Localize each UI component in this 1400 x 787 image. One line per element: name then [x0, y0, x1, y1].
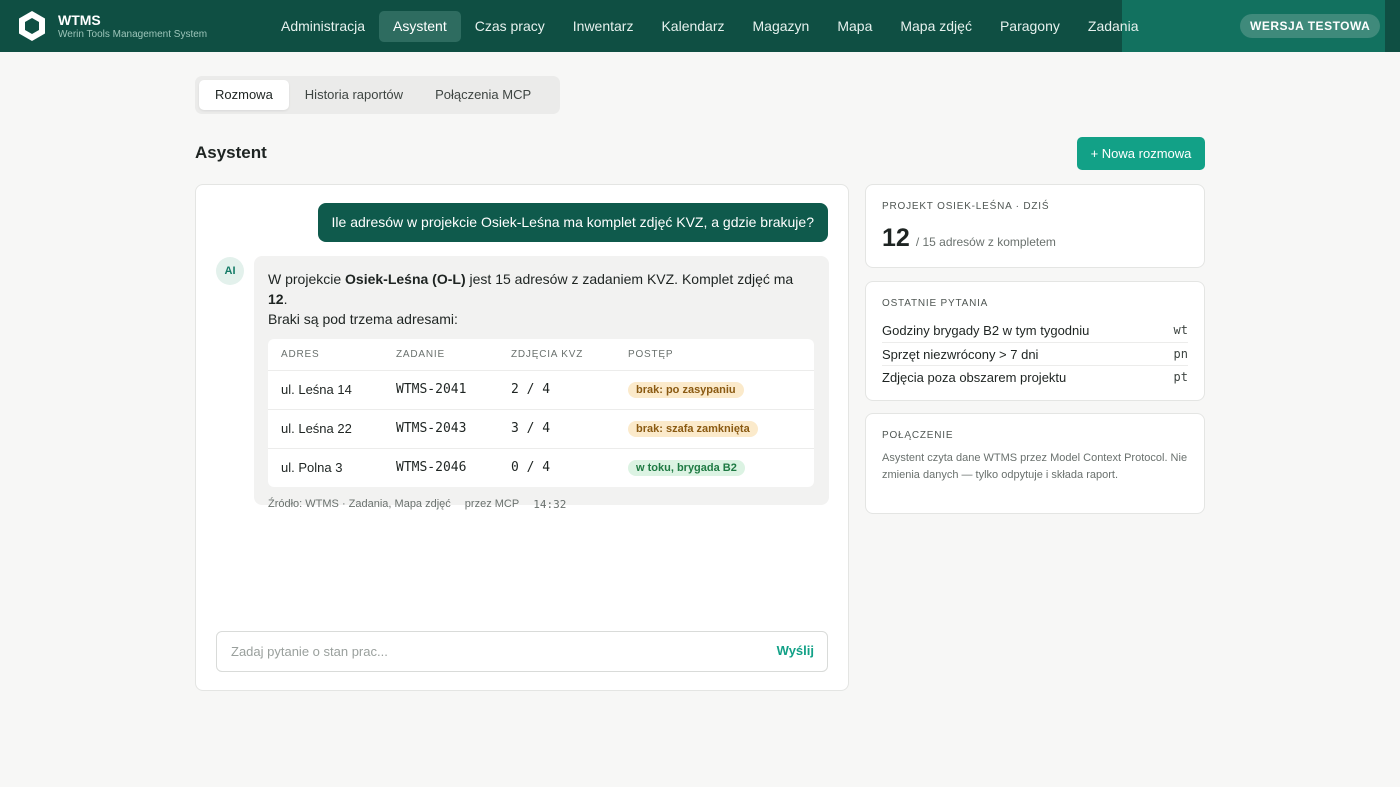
nav-item-kalendarz[interactable]: Kalendarz	[647, 11, 738, 42]
brand-name: WTMS	[58, 11, 101, 28]
column-header-address: ADRES	[268, 339, 383, 371]
nav-item-administracja[interactable]: Administracja	[267, 11, 379, 42]
ai-text-part: jest 15 adresów z zadaniem KVZ. Komplet …	[465, 271, 794, 287]
table-header-row: ADRES ZADANIE ZDJĘCIA KVZ POSTĘP	[268, 339, 814, 371]
column-header-task: ZADANIE	[383, 339, 498, 371]
table-row: ul. Leśna 14 WTMS-2041 2 / 4 brak: po za…	[268, 370, 814, 410]
hexagon-logo-icon	[19, 11, 45, 41]
top-navigation-bar: WTMS Werin Tools Management System Admin…	[0, 0, 1400, 52]
ai-message-text: W projekcie Osiek-Leśna (O-L) jest 15 ad…	[268, 269, 815, 329]
task-cell[interactable]: WTMS-2041	[383, 370, 498, 410]
progress-cell: brak: po zasypaniu	[615, 370, 814, 410]
question-day: pt	[1173, 370, 1188, 384]
address-cell: ul. Leśna 14	[268, 370, 383, 410]
user-message: Ile adresów w projekcie Osiek-Leśna ma k…	[317, 203, 828, 242]
photos-cell: 2 / 4	[498, 370, 615, 410]
ai-text-part: .	[283, 291, 288, 307]
complete-count: 12	[268, 291, 284, 307]
address-cell: ul. Leśna 22	[268, 409, 383, 449]
column-header-photos: ZDJĘCIA KVZ	[498, 339, 615, 371]
connection-label: POŁĄCZENIE	[882, 430, 954, 441]
task-cell[interactable]: WTMS-2046	[383, 448, 498, 487]
nav-item-czas-pracy[interactable]: Czas pracy	[461, 11, 559, 42]
project-summary-card: PROJEKT OSIEK-LEŚNA · DZIŚ 12 / 15 adres…	[865, 184, 1205, 268]
progress-cell: w toku, brygada B2	[615, 448, 814, 487]
status-badge: brak: szafa zamknięta	[628, 421, 758, 437]
photos-cell: 0 / 4	[511, 460, 551, 476]
question-text: Zdjęcia poza obszarem projektu	[882, 370, 1067, 385]
send-button[interactable]: Wyślij	[777, 643, 814, 658]
task-cell[interactable]: WTMS-2043	[383, 409, 498, 449]
chat-input-box: Wyślij	[216, 631, 828, 672]
nav-item-inwentarz[interactable]: Inwentarz	[559, 11, 648, 42]
project-card-label: PROJEKT OSIEK-LEŚNA · DZIŚ	[882, 201, 1050, 212]
address-cell: ul. Polna 3	[281, 460, 343, 476]
ai-message: W projekcie Osiek-Leśna (O-L) jest 15 ad…	[254, 256, 829, 511]
page-title: Asystent	[195, 143, 267, 162]
brand[interactable]: WTMS Werin Tools Management System	[16, 10, 207, 42]
ai-avatar: AI	[216, 257, 244, 285]
source-text: Źródło: WTMS · Zadania, Mapa zdjęć	[268, 498, 451, 510]
progress-cell: brak: szafa zamknięta	[615, 409, 814, 449]
recent-questions-card: OSTATNIE PYTANIA Godziny brygady B2 w ty…	[865, 281, 1205, 401]
tab-polaczenia-mcp[interactable]: Połączenia MCP	[419, 80, 547, 110]
table-row: ul. Polna 3 WTMS-2046 0 / 4 w toku, bryg…	[268, 448, 814, 487]
question-day: pn	[1173, 346, 1188, 361]
status-badge: brak: po zasypaniu	[628, 382, 744, 398]
new-chat-button[interactable]: + Nowa rozmowa	[1077, 137, 1205, 170]
nav-item-asystent[interactable]: Asystent	[379, 11, 461, 42]
question-text: Godziny brygady B2 w tym tygodniu	[882, 323, 1090, 338]
nav-item-mapa-zdjec[interactable]: Mapa zdjęć	[886, 11, 986, 42]
results-table: ADRES ZADANIE ZDJĘCIA KVZ POSTĘP ul. Leś…	[268, 339, 814, 487]
via-text: przez MCP	[464, 498, 520, 510]
tab-historia-raportow[interactable]: Historia raportów	[289, 80, 419, 110]
recent-question-item[interactable]: Godziny brygady B2 w tym tygodniu wt	[882, 319, 1188, 343]
recent-question-item[interactable]: Sprzęt niezwrócony > 7 dni pn	[882, 343, 1188, 366]
ai-text-part: W projekcie	[268, 271, 346, 287]
complete-addresses-value: 12	[882, 224, 910, 252]
question-day: wt	[1173, 323, 1188, 337]
question-text: Sprzęt niezwrócony > 7 dni	[882, 346, 1039, 362]
project-name: Osiek-Leśna (O-L)	[345, 271, 466, 287]
chat-panel: Ile adresów w projekcie Osiek-Leśna ma k…	[195, 184, 849, 691]
recent-questions-label: OSTATNIE PYTANIA	[882, 298, 989, 309]
message-time: 14:32	[533, 498, 567, 511]
connection-card: POŁĄCZENIE Asystent czyta dane WTMS prze…	[865, 413, 1205, 514]
photos-cell: 3 / 4	[498, 409, 615, 449]
chat-input[interactable]	[218, 633, 758, 670]
recent-question-item[interactable]: Zdjęcia poza obszarem projektu pt	[882, 366, 1188, 390]
brand-subtitle: Werin Tools Management System	[58, 28, 208, 40]
nav-item-magazyn[interactable]: Magazyn	[739, 11, 824, 42]
tab-rozmowa[interactable]: Rozmowa	[199, 80, 289, 110]
recent-questions-list: Godziny brygady B2 w tym tygodniu wt Spr…	[882, 319, 1188, 390]
page-tabs: Rozmowa Historia raportów Połączenia MCP	[195, 76, 560, 114]
nav-item-paragony[interactable]: Paragony	[986, 11, 1074, 42]
nav-item-zadania[interactable]: Zadania	[1074, 11, 1153, 42]
complete-addresses-sub: / 15 adresów z kompletem	[915, 235, 1056, 249]
column-header-progress: POSTĘP	[615, 339, 814, 371]
main-nav: Administracja Asystent Czas pracy Inwent…	[267, 11, 1152, 42]
source-line: Źródło: WTMS · Zadania, Mapa zdjęć przez…	[268, 498, 815, 511]
test-version-badge: WERSJA TESTOWA	[1240, 14, 1381, 38]
table-row: ul. Leśna 22 WTMS-2043 3 / 4 brak: szafa…	[268, 409, 814, 449]
ai-text-part: Braki są pod trzema adresami:	[268, 311, 458, 327]
connection-description: Asystent czyta dane WTMS przez Model Con…	[882, 452, 1188, 481]
nav-item-mapa[interactable]: Mapa	[823, 11, 886, 42]
status-badge: w toku, brygada B2	[628, 460, 745, 477]
